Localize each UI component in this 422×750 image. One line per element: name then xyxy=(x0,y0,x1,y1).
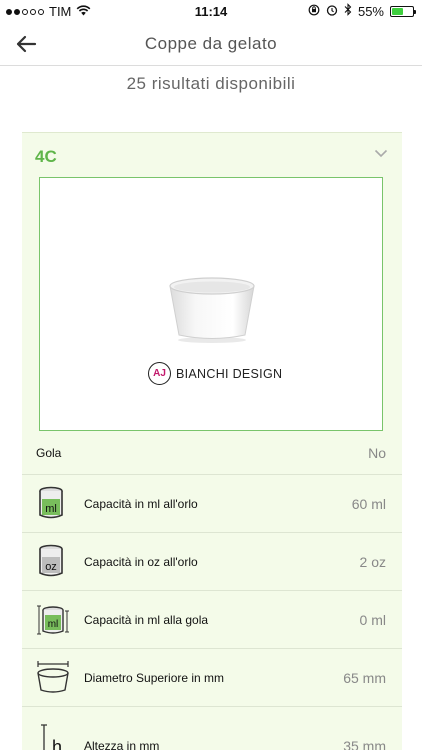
spec-row-capacity-oz-rim: oz Capacità in oz all'orlo 2 oz xyxy=(22,533,402,591)
battery-icon xyxy=(390,5,416,17)
cup-oz-icon: oz xyxy=(39,544,63,577)
spec-value: No xyxy=(368,445,386,461)
spec-label: Diametro Superiore in mm xyxy=(84,671,225,685)
results-count: 25 risultati disponibili xyxy=(126,74,296,93)
spec-label: Capacità in ml all'orlo xyxy=(84,497,198,511)
height-icon: h xyxy=(41,724,62,750)
product-image[interactable]: AJ BIANCHI DESIGN xyxy=(39,177,383,431)
svg-text:ml: ml xyxy=(48,619,59,630)
svg-text:oz: oz xyxy=(45,561,57,573)
spec-label: Capacità in ml alla gola xyxy=(84,613,209,627)
product-card-header[interactable]: 4C xyxy=(22,133,402,177)
svg-text:h: h xyxy=(52,737,62,750)
page-title: Coppe da gelato xyxy=(144,34,278,53)
ice-cream-cup-image xyxy=(169,277,255,343)
spec-value: 60 ml xyxy=(351,496,386,512)
spec-label: Capacità in oz all'orlo xyxy=(84,555,198,569)
nav-bar: Coppe da gelato xyxy=(0,22,422,66)
orientation-lock-icon xyxy=(308,4,320,19)
spec-row-capacity-ml-gola: ml Capacità in ml alla gola 0 ml xyxy=(22,591,402,649)
cup-ml-gola-icon: ml xyxy=(37,605,69,635)
product-code: 4C xyxy=(35,147,57,166)
spec-value: 35 mm xyxy=(343,738,386,750)
brand-logo: AJ BIANCHI DESIGN xyxy=(148,362,282,385)
battery-percent: 55% xyxy=(357,3,384,19)
spec-row-height: h Altezza in mm 35 mm xyxy=(22,707,402,750)
brand-name: BIANCHI DESIGN xyxy=(176,366,283,381)
spec-value: 65 mm xyxy=(343,670,386,686)
status-right: 55% xyxy=(308,3,416,19)
spec-label: Gola xyxy=(36,446,62,460)
spec-value: 2 oz xyxy=(359,554,386,570)
cup-ml-icon: ml xyxy=(39,486,63,519)
spec-row-top-diameter: Diametro Superiore in mm 65 mm xyxy=(22,649,402,707)
chevron-down-icon[interactable] xyxy=(374,149,388,158)
product-card: 4C AJ BIANCHI DESIGN Gola No ml Capacità… xyxy=(22,132,402,750)
top-diameter-icon xyxy=(37,661,69,693)
alarm-icon xyxy=(326,4,338,19)
brand-badge: AJ xyxy=(148,362,171,385)
status-bar: TIM 11:14 55% xyxy=(0,0,422,22)
spec-value: 0 ml xyxy=(359,612,386,628)
bluetooth-icon xyxy=(344,3,352,19)
spec-row-gola: Gola No xyxy=(22,431,402,475)
battery-level xyxy=(392,7,403,15)
spec-label: Altezza in mm xyxy=(84,739,160,750)
spec-row-capacity-ml-rim: ml Capacità in ml all'orlo 60 ml xyxy=(22,475,402,533)
svg-text:ml: ml xyxy=(45,503,57,515)
